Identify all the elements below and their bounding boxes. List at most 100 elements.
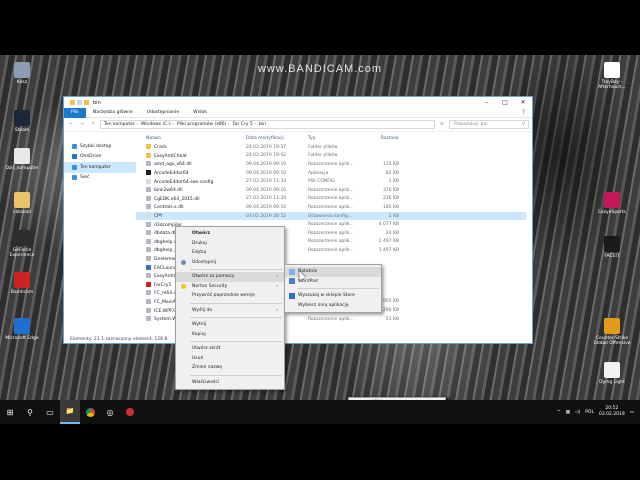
breadcrumb-item[interactable]: Windows (C:) xyxy=(141,122,174,127)
desktop-icon-dying-light[interactable]: Dying Light xyxy=(592,362,632,385)
menu-item-w-a-ciwo-ci[interactable]: Właściwości xyxy=(176,378,284,388)
menu-item-drukuj[interactable]: Drukuj xyxy=(176,239,284,249)
sidebar-item-ten-komputer[interactable]: Ten komputer xyxy=(64,162,136,173)
breadcrumb-item[interactable]: Ten komputer xyxy=(104,122,138,127)
back-button[interactable]: ← xyxy=(67,122,75,127)
menu-item-kopiuj[interactable]: Kopiuj xyxy=(176,330,284,340)
breadcrumb-item[interactable]: Pliki programów (x86) xyxy=(177,122,230,127)
file-row[interactable]: amd_ags_x64.dll 09.04.2019 09:10 Rozszerze… xyxy=(136,160,526,169)
menu-item-wytnij[interactable]: Wytnij xyxy=(176,320,284,330)
quick-access-icon[interactable] xyxy=(77,100,82,105)
menu-item-label: Otwórz za pomocą xyxy=(192,274,234,280)
column-type[interactable]: Typ xyxy=(308,136,363,141)
menu-separator xyxy=(190,341,282,342)
file-row[interactable]: EasyAntiCheat 24.03.2019 19:42 Folder plik… xyxy=(136,152,526,161)
tab-file[interactable]: Plik xyxy=(64,107,86,118)
submenu-item-wybierz-inn-aplikacj[interactable]: Wybierz inną aplikację xyxy=(285,301,381,311)
file-row[interactable]: CgEDK.x64_2015.dll 27.03.2019 11:34 Rozsze… xyxy=(136,195,526,204)
tray-language[interactable]: POL xyxy=(585,410,594,415)
minimize-button[interactable]: – xyxy=(478,97,496,108)
menu-item-przywr-poprzednie-wersje[interactable]: Przywróć poprzednie wersje xyxy=(176,291,284,301)
close-button[interactable]: ✕ xyxy=(514,97,532,108)
search-icon: ⚲ xyxy=(521,122,525,127)
taskbar-chrome[interactable] xyxy=(80,400,100,424)
tray-chevron-icon[interactable]: ^ xyxy=(557,410,561,415)
menu-item-edytuj[interactable]: Edytuj xyxy=(176,248,284,258)
file-row[interactable]: ArcadeEditor64.exe.config 27.03.2019 11:3… xyxy=(136,177,526,186)
file-type-icon xyxy=(146,152,151,158)
new-folder-icon[interactable] xyxy=(84,100,89,105)
file-type: Rozszerzenie aplik... xyxy=(308,187,354,193)
desktop-icon-microsoft-edge[interactable]: Microsoft Edge xyxy=(2,318,42,341)
menu-item-otw-rz[interactable]: Otwórz xyxy=(176,229,284,239)
desktop-icon-dzi-komputer[interactable]: Dziś_komputer xyxy=(2,148,42,171)
desktop-icon-counter-strike-global-offensive[interactable]: Counter-Strike Global Offensive xyxy=(592,318,632,346)
clock[interactable]: 20:52 03.02.2019 xyxy=(599,406,625,418)
menu-item-udost-pnij[interactable]: Udostępnij xyxy=(176,258,284,268)
desktop-icon-geforce-experience[interactable]: GeForce Experience xyxy=(2,230,42,258)
desktop-icon-bandicam[interactable]: Bandicam xyxy=(2,272,42,295)
tab-view[interactable]: Widok xyxy=(186,108,214,118)
start-button[interactable]: ⊞ xyxy=(0,400,20,424)
menu-item-zmie-nazw[interactable]: Zmień nazwę xyxy=(176,363,284,373)
sidebar-item-szybki-dost-p[interactable]: Szybki dostęp xyxy=(64,141,136,152)
file-row[interactable]: CPY 03.02.2019 20:52 Ustawienia konfig... 1… xyxy=(136,211,526,221)
menu-item-wy-lij-do[interactable]: Wyślij do › xyxy=(176,306,284,316)
column-name[interactable]: Nazwa xyxy=(136,136,246,141)
wordpad-icon xyxy=(289,278,295,285)
taskbar-bandicam[interactable] xyxy=(120,400,140,424)
up-button[interactable]: ↑ xyxy=(89,122,97,127)
tray-volume-icon[interactable]: ◁) xyxy=(575,410,580,415)
breadcrumb-item[interactable]: bin xyxy=(259,122,266,127)
file-type-icon xyxy=(146,281,151,287)
taskbar-explorer[interactable]: 📁 xyxy=(60,400,80,424)
help-button[interactable]: ? xyxy=(515,108,532,118)
file-type-icon xyxy=(146,178,151,184)
file-date: 24.03.2019 19:42 xyxy=(246,153,287,159)
file-row[interactable]: ArcadeEditor64 09.04.2019 09:10 Aplikacja 8… xyxy=(136,169,526,178)
desktop-icon-troyboy-afterhours[interactable]: TroyBoy - Afterhours... xyxy=(592,62,632,90)
maximize-button[interactable]: □ xyxy=(496,97,514,108)
tray-network-icon[interactable]: ▦ xyxy=(566,410,570,415)
column-size[interactable]: Rozmiar xyxy=(363,136,403,141)
tab-share[interactable]: Udostępnianie xyxy=(140,108,186,118)
desktop-icon-label: Kosz xyxy=(16,80,28,85)
desktop-icon-cataloid[interactable]: cataloid xyxy=(2,192,42,215)
breadcrumb-item[interactable]: Far Cry 5 xyxy=(233,122,256,127)
refresh-button[interactable]: ⟳ xyxy=(438,122,446,127)
file-row[interactable]: bink2w64.dll 09.04.2019 09:10 Rozszerzenie… xyxy=(136,186,526,195)
task-view-button[interactable]: ▭ xyxy=(40,400,60,424)
menu-item-otw-rz-za-pomoc[interactable]: Otwórz za pomocą › xyxy=(176,272,284,282)
menu-item-label: Kopiuj xyxy=(192,331,206,337)
column-date[interactable]: Data modyfikacji xyxy=(246,136,308,141)
sidebar-item-sie[interactable]: Sieć xyxy=(64,173,136,184)
title-bar[interactable]: bin – □ ✕ xyxy=(64,97,532,108)
menu-item-usu[interactable]: Usuń xyxy=(176,354,284,364)
desktop-icon-kosz[interactable]: Kosz xyxy=(2,62,42,85)
desktop-icon-label: Steam xyxy=(14,128,30,133)
file-date: 09.04.2019 09:10 xyxy=(246,161,287,167)
desktop-icon-steam[interactable]: Steam xyxy=(2,110,42,133)
menu-item-norton-security[interactable]: Norton Security › xyxy=(176,282,284,292)
search-input[interactable]: Przeszukaj: bin ⚲ xyxy=(449,120,529,129)
notification-icon[interactable]: ▭ xyxy=(630,410,634,415)
file-size: 1 497 KB xyxy=(378,239,399,245)
file-row[interactable]: Controls.x.dll 09.04.2019 09:10 Rozszerzen… xyxy=(136,203,526,212)
file-date: 09.04.2019 09:10 xyxy=(246,170,287,176)
file-row[interactable]: Crack 24.03.2019 19:37 Folder plików xyxy=(136,143,526,152)
taskbar-steam[interactable]: ◎ xyxy=(100,400,120,424)
submenu-item-wyszukaj-w-sklepie-store[interactable]: Wyszukaj w sklepie Store xyxy=(285,291,381,301)
sidebar-item-onedrive[interactable]: OneDrive xyxy=(64,152,136,163)
search-button[interactable]: ⚲ xyxy=(20,400,40,424)
chevron-right-icon: › xyxy=(276,283,278,289)
address-bar[interactable]: Ten komputerWindows (C:)Pliki programów … xyxy=(100,120,435,129)
file-name-text: Controls.x.dll xyxy=(154,205,184,211)
status-bar: Elementy: 23 1 zaznaczony element, 128 B xyxy=(70,337,168,342)
file-size: 1 KB xyxy=(388,179,399,185)
file-name: CPY xyxy=(136,213,246,219)
menu-item-utw-rz-skr-t[interactable]: Utwórz skrót xyxy=(176,344,284,354)
desktop-icon-faceit[interactable]: FACEIT xyxy=(592,236,632,259)
tab-home[interactable]: Narzędzia główne xyxy=(86,108,140,118)
forward-button[interactable]: → xyxy=(78,122,86,127)
desktop-icon-easyesports[interactable]: EasyeSports xyxy=(592,192,632,215)
